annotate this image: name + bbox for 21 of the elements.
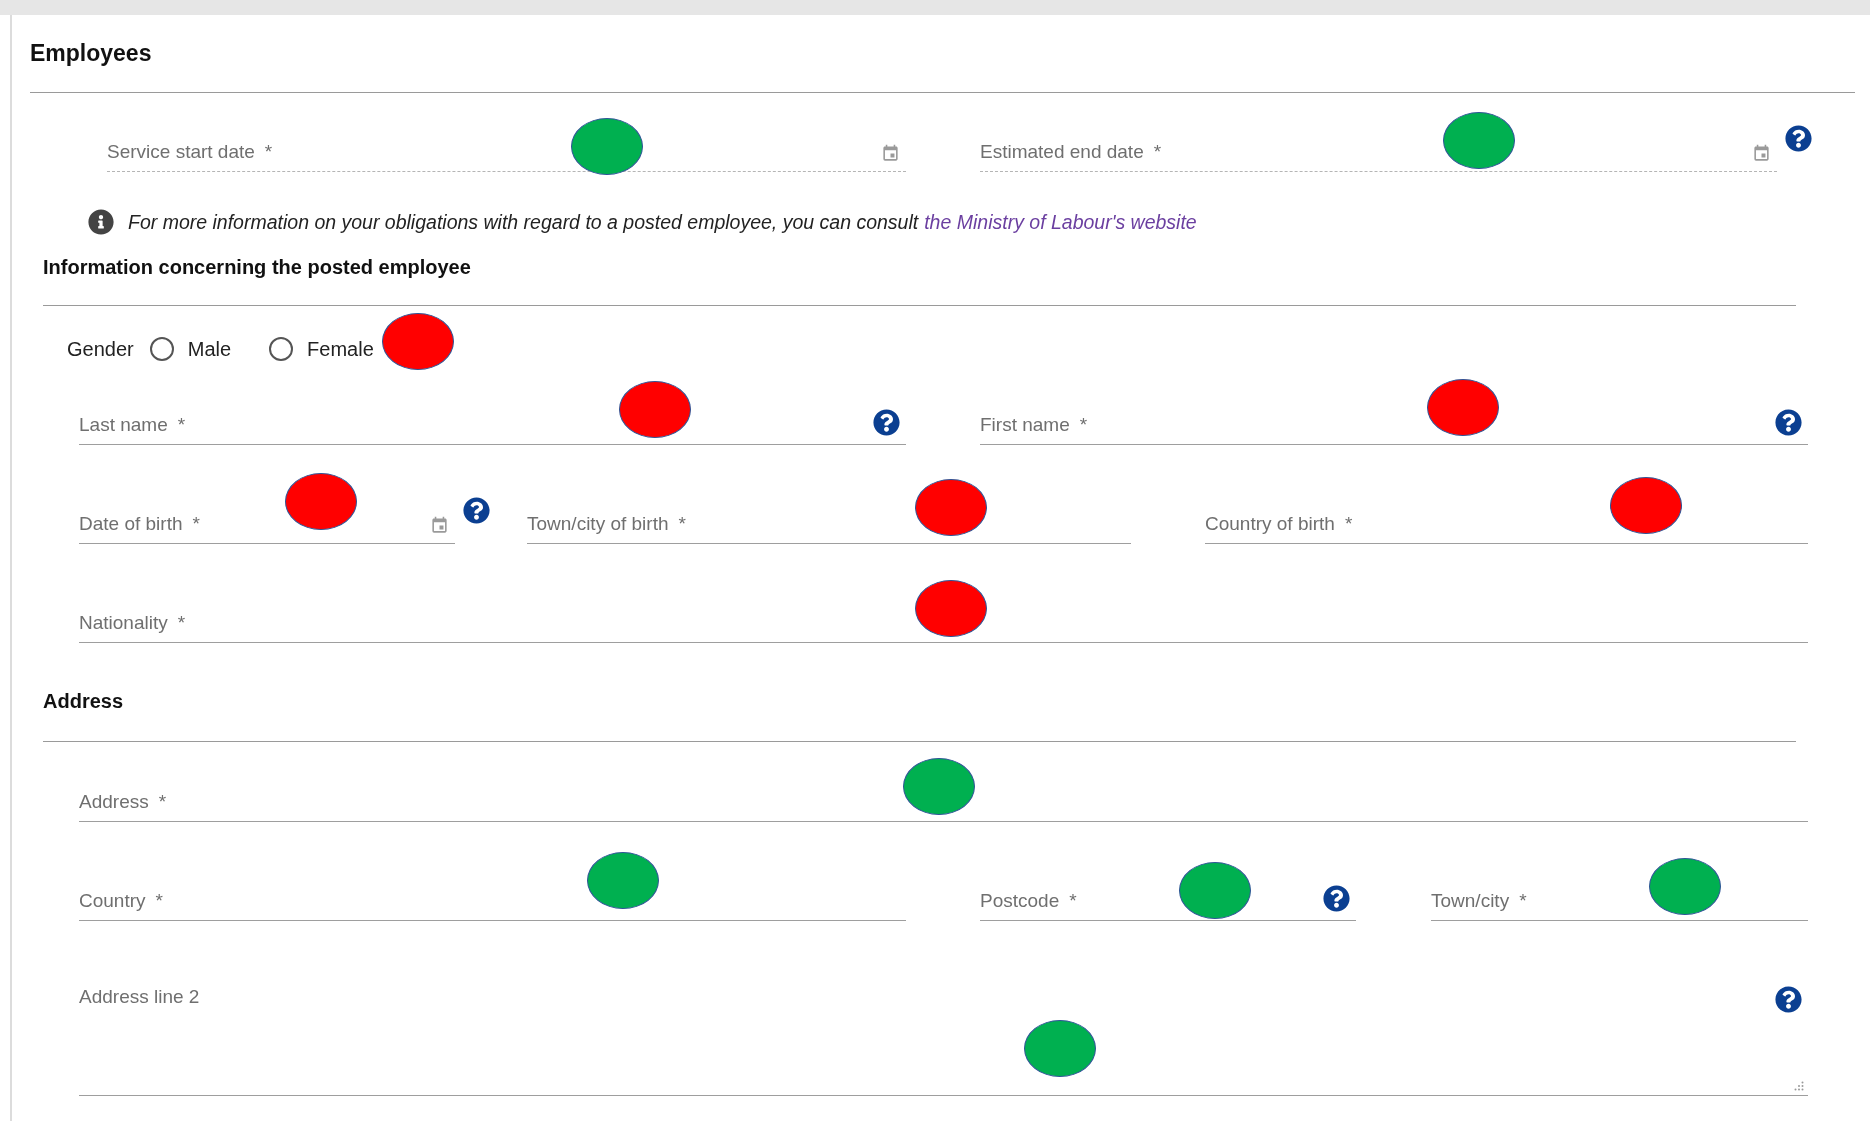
calendar-icon[interactable] [1752,144,1771,163]
page-title: Employees [30,40,152,67]
radio-label[interactable]: Male [187,337,232,361]
ministry-link[interactable]: the Ministry of Labour's website [924,210,1197,234]
help-icon[interactable] [1323,885,1350,912]
radio-button[interactable] [149,337,174,361]
help-icon[interactable] [463,497,490,524]
section-heading: Information concerning the posted employee [43,255,472,280]
radio-button[interactable] [269,337,294,361]
help-icon[interactable] [1775,986,1802,1013]
calendar-icon[interactable] [881,144,900,163]
help-icon[interactable] [873,409,900,436]
radio-label[interactable]: Female [307,337,374,361]
gender-label: Gender [67,337,134,361]
info-text: For more information on your obligations with regard to a posted employee, you can consult [128,210,919,234]
section-heading: Address [43,689,125,714]
resize-grip-icon[interactable] [1794,1081,1804,1091]
help-icon[interactable] [1775,409,1802,436]
help-icon[interactable] [1785,125,1812,152]
calendar-icon[interactable] [430,516,449,535]
info-icon [88,209,114,235]
